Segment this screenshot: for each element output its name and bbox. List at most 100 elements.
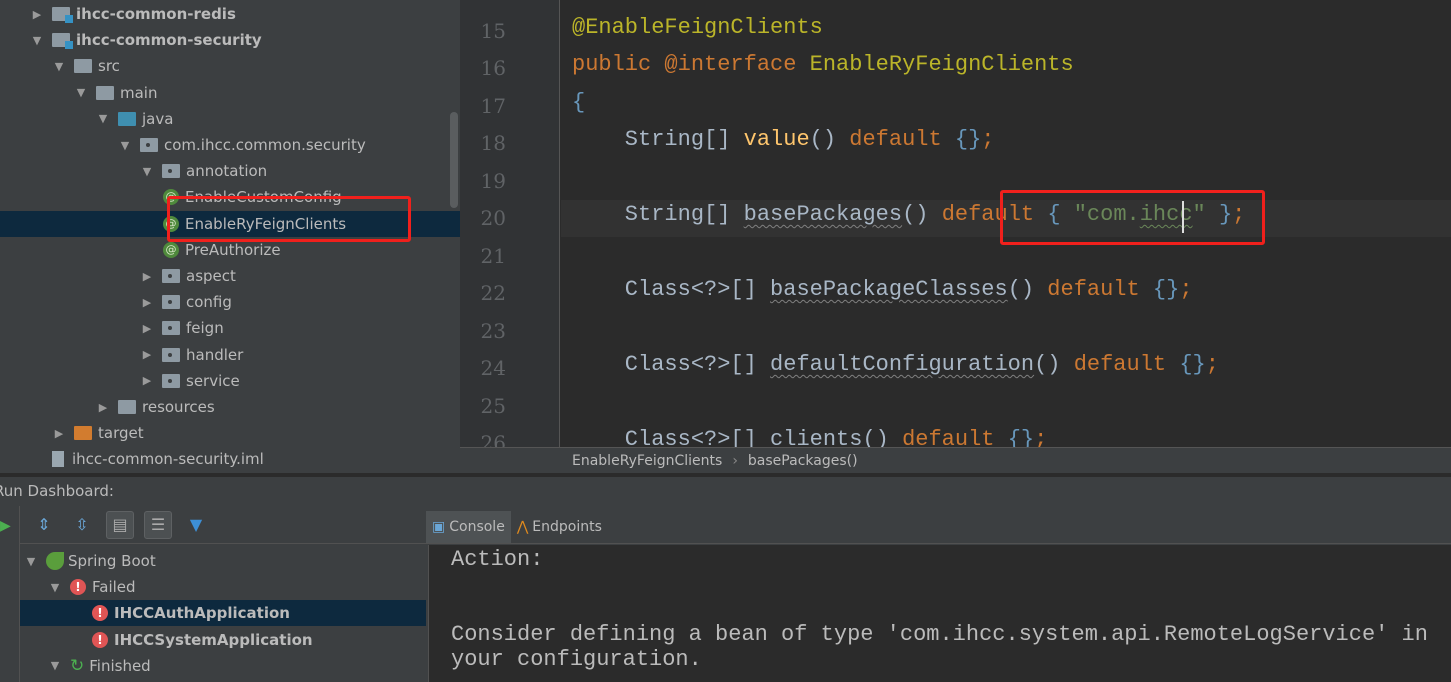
code-token: (): [809, 127, 850, 152]
chevron-right-icon[interactable]: ▶: [140, 322, 154, 335]
tree-item-label: PreAuthorize: [185, 240, 281, 259]
chevron-down-icon[interactable]: ▼: [74, 86, 88, 99]
code-token: default: [1047, 277, 1153, 302]
code-line: Class<?>[] basePackageClasses() default …: [572, 277, 1193, 302]
tree-item[interactable]: ▶ service: [0, 368, 460, 394]
breadcrumb-separator-icon: ›: [732, 452, 738, 469]
code-token: Class<?>[]: [572, 352, 771, 377]
expand-all-icon[interactable]: ⇕: [30, 511, 58, 539]
breadcrumb-item[interactable]: EnableRyFeignClients: [572, 453, 722, 469]
tree-item[interactable]: ▶ handler: [0, 342, 460, 368]
line-number: 14: [460, 0, 506, 5]
line-number: 25: [480, 393, 506, 418]
tree-item[interactable]: ▶ ihcc-common-redis: [0, 1, 460, 27]
chevron-down-icon[interactable]: ▼: [48, 581, 62, 594]
chevron-down-icon[interactable]: ▼: [118, 139, 132, 152]
line-number: 23: [480, 318, 506, 343]
code-token: {}: [954, 127, 982, 152]
chevron-down-icon[interactable]: ▼: [96, 112, 110, 125]
run-tree-item[interactable]: ▼ ↻ Finished: [20, 653, 426, 679]
chevron-right-icon[interactable]: ▶: [140, 374, 154, 387]
chevron-down-icon[interactable]: ▼: [30, 34, 44, 47]
tree-item-label: annotation: [186, 162, 268, 181]
tree-item[interactable]: ▼ java: [0, 106, 460, 132]
code-token: default: [1073, 352, 1180, 377]
run-dashboard-toolbar: ⇕ ⇳ ▤ ☰ ▼: [20, 506, 426, 544]
tree-item[interactable]: ihcc-common-security.iml: [0, 446, 460, 472]
tree-item[interactable]: ▼ ihcc-common-security: [0, 27, 460, 53]
line-number: 22: [480, 281, 506, 305]
highlight-box-tree: [167, 196, 411, 242]
tree-item[interactable]: ▶ target: [0, 420, 460, 446]
tree-item[interactable]: ▶ aspect: [0, 263, 460, 289]
run-tree-item[interactable]: ▼ Spring Boot: [20, 548, 426, 574]
tree-item-label: resources: [142, 398, 215, 416]
line-number: 15: [480, 18, 506, 43]
code-token: String[]: [572, 202, 744, 227]
code-token: ;: [981, 127, 995, 152]
error-icon: !: [92, 631, 108, 648]
tree-item[interactable]: ▼ annotation: [0, 158, 460, 184]
file-icon: [52, 451, 64, 468]
run-tree-item[interactable]: ! IHCCSystemApplication: [20, 627, 426, 653]
tab-console[interactable]: ▣ Console: [426, 511, 511, 543]
chevron-right-icon[interactable]: ▶: [140, 296, 154, 309]
chevron-right-icon[interactable]: ▶: [52, 427, 66, 440]
group-by-type-icon[interactable]: ▤: [106, 510, 134, 539]
tree-item[interactable]: ▶ feign: [0, 315, 460, 341]
chevron-right-icon[interactable]: ▶: [140, 270, 154, 283]
code-line: String[] value() default {};: [572, 127, 995, 152]
line-number: 26: [480, 431, 506, 447]
code-token: public: [572, 52, 665, 77]
folder-icon: [162, 295, 180, 310]
folder-icon: [162, 269, 180, 283]
line-number: 21: [480, 243, 506, 268]
tree-item[interactable]: ▶ resources: [0, 394, 460, 420]
tree-item-label: main: [120, 83, 158, 102]
run-tree-item[interactable]: ! IHCCAuthApplication: [20, 600, 426, 627]
project-tree-scrollbar[interactable]: [450, 112, 458, 208]
editor-breadcrumb: EnableRyFeignClients › basePackages(): [460, 447, 1451, 473]
code-token: @Documented: [572, 0, 717, 2]
chevron-down-icon[interactable]: ▼: [48, 659, 62, 672]
run-icon[interactable]: ▶: [0, 518, 11, 534]
code-token: defaultConfiguration: [770, 352, 1035, 377]
code-token: basePackageClasses: [770, 277, 1008, 302]
error-icon: !: [70, 579, 86, 596]
code-line: Class<?>[] clients() default {};: [572, 427, 1048, 447]
tab-endpoints[interactable]: ⋀ Endpoints: [511, 511, 608, 543]
run-tree-item[interactable]: ▼! Failed: [20, 574, 426, 600]
console-output[interactable]: Action: Consider defining a bean of type…: [428, 545, 1451, 682]
code-token: ;: [1205, 352, 1219, 377]
tree-item[interactable]: ▼ com.ihcc.common.security: [0, 132, 460, 158]
tree-item[interactable]: ▶ config: [0, 289, 460, 315]
tree-item-label: feign: [186, 319, 224, 338]
line-number: 17: [480, 93, 506, 118]
endpoints-icon: ⋀: [516, 519, 529, 535]
tree-item-label: aspect: [186, 267, 236, 285]
tab-label: Console: [449, 519, 505, 535]
filter-icon[interactable]: ▼: [182, 511, 210, 539]
folder-icon: [140, 138, 158, 152]
chevron-down-icon[interactable]: ▼: [140, 165, 154, 178]
chevron-down-icon[interactable]: ▼: [24, 555, 38, 568]
breadcrumb-item[interactable]: basePackages(): [748, 453, 858, 469]
chevron-right-icon[interactable]: ▶: [140, 348, 154, 361]
annotation-icon: @: [163, 241, 179, 258]
code-token: default: [902, 427, 1008, 447]
spring-boot-icon: [46, 552, 64, 570]
tree-item-label: ihcc-common-security: [76, 31, 262, 50]
chevron-down-icon[interactable]: ▼: [52, 60, 66, 73]
chevron-right-icon[interactable]: ▶: [96, 401, 110, 414]
code-editor[interactable]: 14 15 16 17 18 19 20 21 22 23 24 25 26 @Documented @E…: [460, 0, 1451, 447]
group-by-config-icon[interactable]: ☰: [144, 510, 172, 539]
collapse-all-icon[interactable]: ⇳: [68, 511, 96, 539]
folder-icon: [118, 400, 136, 414]
chevron-right-icon[interactable]: ▶: [30, 8, 44, 21]
tree-item[interactable]: ▼ src: [0, 53, 460, 79]
run-side-toolbar: ▶: [0, 506, 20, 682]
line-number: 24: [480, 356, 506, 380]
tree-item[interactable]: ▼ main: [0, 80, 460, 106]
code-token: ;: [1179, 277, 1193, 302]
code-line: Class<?>[] defaultConfiguration() defaul…: [572, 352, 1219, 377]
